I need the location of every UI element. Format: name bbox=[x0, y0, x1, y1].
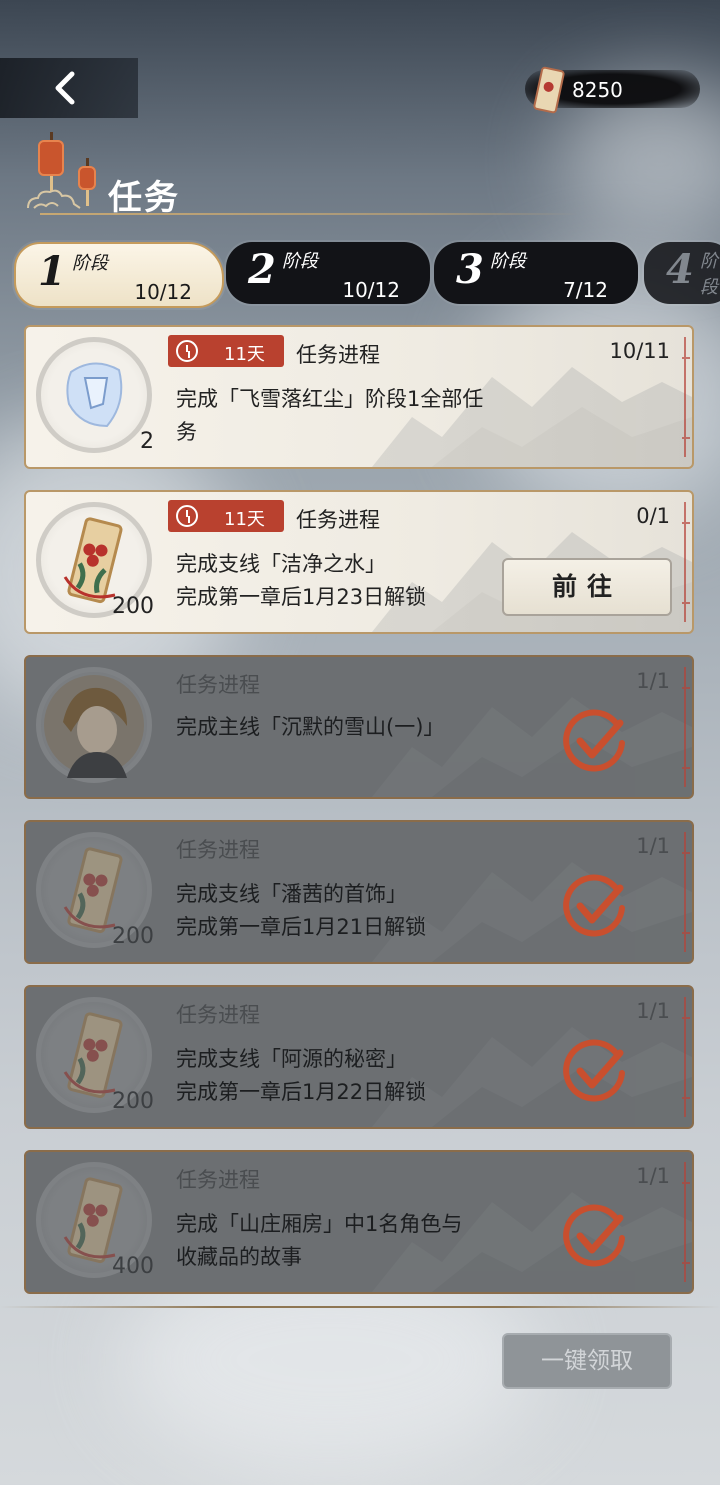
currency-display: 8250 bbox=[525, 65, 700, 115]
progress-value: 1/1 bbox=[636, 1164, 670, 1188]
cloud-ornament-icon bbox=[27, 189, 81, 209]
task-description-line1: 完成支线「阿源的秘密」 bbox=[176, 1047, 407, 1071]
stage-label: 阶段 bbox=[490, 251, 526, 272]
title-divider bbox=[40, 213, 580, 215]
stage-number: 3 bbox=[456, 246, 484, 293]
currency-amount: 8250 bbox=[572, 78, 623, 102]
gem-icon bbox=[66, 362, 123, 428]
progress-label: 任务进程 bbox=[176, 1003, 260, 1027]
go-button[interactable]: 前往 bbox=[502, 558, 672, 616]
tab-stage-1[interactable]: 1 阶段 10/12 bbox=[14, 242, 224, 308]
progress-value: 1/1 bbox=[636, 669, 670, 693]
stage-count: 10/12 bbox=[134, 280, 192, 304]
stage-number: 2 bbox=[248, 246, 276, 293]
claim-all-button[interactable]: 一键领取 bbox=[502, 1333, 672, 1389]
ticket-currency-icon bbox=[532, 65, 566, 115]
reward-count: 400 bbox=[112, 1254, 154, 1279]
reward-icon-frame bbox=[36, 337, 152, 453]
task-card: 200 任务进程 1/1 完成支线「潘茜的首饰」 完成第一章后1月21日解锁 bbox=[24, 820, 694, 964]
stage-label: 阶段 bbox=[700, 251, 718, 298]
tab-stage-3[interactable]: 3 阶段 7/12 bbox=[434, 242, 638, 304]
task-description-line2: 完成第一章后1月22日解锁 bbox=[176, 1080, 427, 1104]
lantern-icon bbox=[38, 132, 64, 192]
card-rail bbox=[682, 337, 690, 457]
timer-badge: 11天 bbox=[168, 335, 284, 367]
progress-label: 任务进程 bbox=[296, 343, 380, 367]
card-rail bbox=[682, 997, 690, 1117]
task-description: 完成「飞雪落红尘」阶段1全部任务 bbox=[176, 387, 484, 444]
progress-value: 1/1 bbox=[636, 999, 670, 1023]
clock-icon bbox=[176, 340, 198, 362]
tab-stage-4[interactable]: 4 阶段 bbox=[644, 242, 720, 304]
task-description-line2: 完成第一章后1月21日解锁 bbox=[176, 915, 427, 939]
completed-check-icon bbox=[563, 709, 625, 772]
card-rail bbox=[682, 502, 690, 622]
stage-number: 4 bbox=[666, 246, 694, 293]
task-description: 完成支线「潘茜的首饰」 完成第一章后1月21日解锁 bbox=[176, 878, 506, 944]
stage-label: 阶段 bbox=[72, 253, 108, 274]
task-description-line1: 完成支线「潘茜的首饰」 bbox=[176, 882, 407, 906]
timer-value: 11天 bbox=[224, 509, 265, 530]
task-description-line1: 完成支线「洁净之水」 bbox=[176, 552, 386, 576]
task-description-line2: 完成第一章后1月23日解锁 bbox=[176, 585, 427, 609]
progress-label: 任务进程 bbox=[176, 838, 260, 862]
completed-check-icon bbox=[563, 1039, 625, 1102]
task-card: 2 11天 任务进程 10/11 完成「飞雪落红尘」阶段1全部任务 bbox=[24, 325, 694, 469]
stage-count: 7/12 bbox=[563, 278, 608, 302]
progress-label: 任务进程 bbox=[176, 673, 260, 697]
reward-count: 2 bbox=[140, 429, 154, 454]
progress-label: 任务进程 bbox=[176, 1168, 260, 1192]
stage-number: 1 bbox=[38, 248, 66, 295]
card-rail bbox=[682, 1162, 690, 1282]
bottom-divider bbox=[0, 1306, 720, 1308]
progress-value: 1/1 bbox=[636, 834, 670, 858]
task-description-line2: 收藏品的故事 bbox=[176, 1245, 302, 1269]
task-description-line1: 完成「山庄厢房」中1名角色与 bbox=[176, 1212, 463, 1236]
task-card: 200 11天 任务进程 0/1 完成支线「洁净之水」 完成第一章后1月23日解… bbox=[24, 490, 694, 634]
page-title: 任务 bbox=[108, 178, 180, 218]
reward-icon-frame bbox=[36, 667, 152, 783]
reward-count: 200 bbox=[112, 1089, 154, 1114]
progress-label: 任务进程 bbox=[296, 508, 380, 532]
task-description: 完成主线「沉默的雪山(一)」 bbox=[176, 711, 506, 744]
card-rail bbox=[682, 667, 690, 787]
task-description: 完成支线「阿源的秘密」 完成第一章后1月22日解锁 bbox=[176, 1043, 506, 1109]
tab-stage-2[interactable]: 2 阶段 10/12 bbox=[226, 242, 430, 304]
completed-check-icon bbox=[563, 1204, 625, 1267]
character-portrait-icon bbox=[44, 675, 144, 778]
reward-count: 200 bbox=[112, 924, 154, 949]
task-card: 200 任务进程 1/1 完成支线「阿源的秘密」 完成第一章后1月22日解锁 bbox=[24, 985, 694, 1129]
task-description-line1: 完成主线「沉默的雪山(一)」 bbox=[176, 715, 445, 739]
timer-badge: 11天 bbox=[168, 500, 284, 532]
stage-count: 10/12 bbox=[342, 278, 400, 302]
task-card: 任务进程 1/1 完成主线「沉默的雪山(一)」 bbox=[24, 655, 694, 799]
progress-value: 0/1 bbox=[636, 504, 670, 528]
completed-check-icon bbox=[563, 874, 625, 937]
card-rail bbox=[682, 832, 690, 952]
back-arrow-icon bbox=[55, 71, 75, 105]
back-button[interactable] bbox=[0, 58, 138, 118]
task-description: 完成「山庄厢房」中1名角色与 收藏品的故事 bbox=[176, 1208, 506, 1274]
progress-value: 10/11 bbox=[609, 339, 670, 363]
timer-value: 11天 bbox=[224, 344, 265, 365]
task-card: 400 任务进程 1/1 完成「山庄厢房」中1名角色与 收藏品的故事 bbox=[24, 1150, 694, 1294]
task-description: 完成支线「洁净之水」 完成第一章后1月23日解锁 bbox=[176, 548, 506, 614]
clock-icon bbox=[176, 505, 198, 527]
reward-count: 200 bbox=[112, 594, 154, 619]
stage-label: 阶段 bbox=[282, 251, 318, 272]
